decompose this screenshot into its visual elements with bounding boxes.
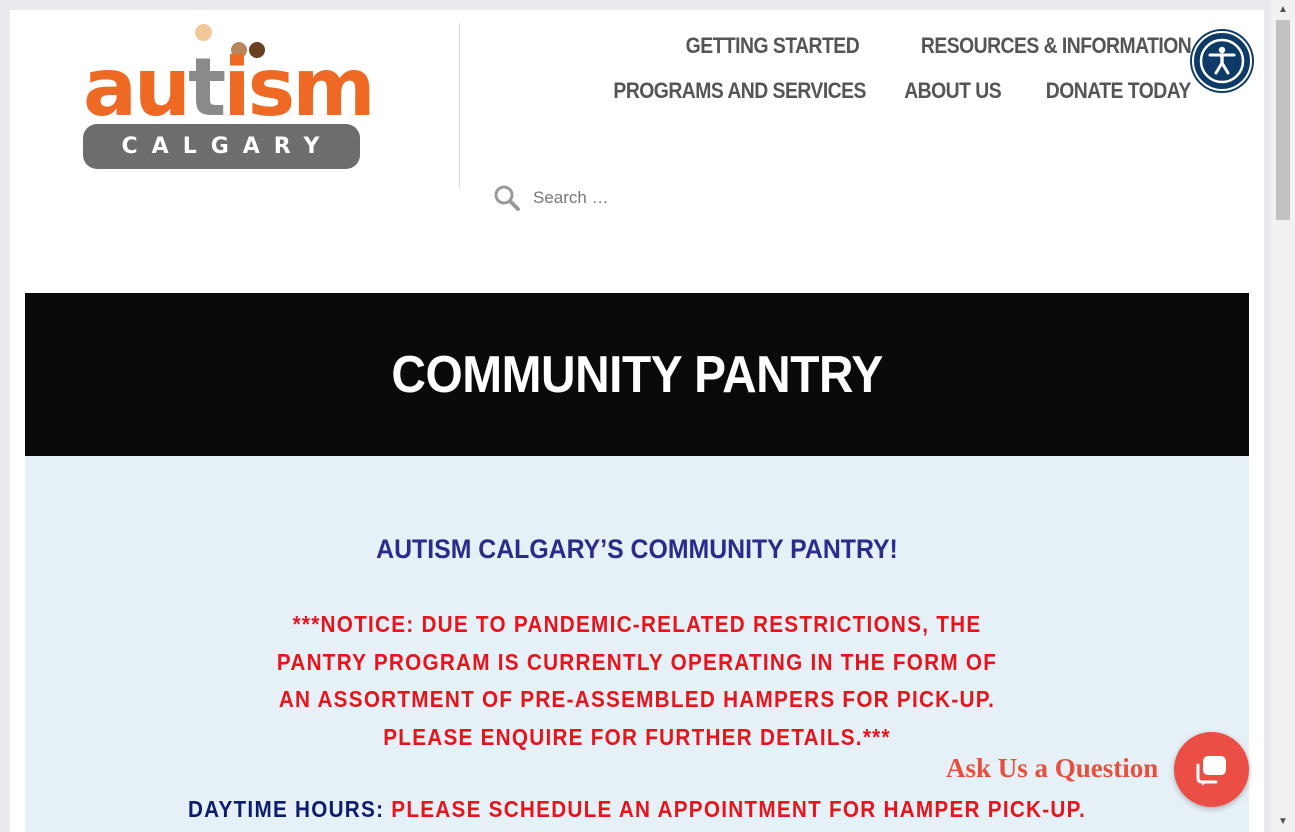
page-hero: COMMUNITY PANTRY xyxy=(25,293,1249,456)
header-divider xyxy=(459,23,460,188)
scrollbar-thumb[interactable] xyxy=(1276,20,1290,220)
chat-button[interactable] xyxy=(1174,732,1249,807)
search-bar xyxy=(493,182,893,214)
chat-bubble-icon xyxy=(1196,755,1226,786)
search-input[interactable] xyxy=(531,187,835,209)
scroll-up-arrow-icon[interactable]: ▲ xyxy=(1271,0,1295,20)
scroll-down-arrow-icon[interactable]: ▼ xyxy=(1271,812,1295,832)
accessibility-icon xyxy=(1199,38,1245,84)
ask-question-label[interactable]: Ask Us a Question xyxy=(946,753,1158,784)
hours-value: PLEASE SCHEDULE AN APPOINTMENT FOR HAMPE… xyxy=(391,796,1087,822)
main-nav: GETTING STARTED RESOURCES & INFORMATION … xyxy=(471,30,1192,106)
logo-word-t: t xyxy=(187,41,226,134)
nav-item-donate-today[interactable]: DONATE TODAY xyxy=(1046,75,1192,106)
nav-item-getting-started[interactable]: GETTING STARTED xyxy=(685,30,859,61)
nav-item-programs-services[interactable]: PROGRAMS AND SERVICES xyxy=(614,75,867,106)
notice-text: ***NOTICE: DUE TO PANDEMIC-RELATED RESTR… xyxy=(276,611,998,750)
hours-label: DAYTIME HOURS: xyxy=(187,796,385,822)
logo-subtitle: CALGARY xyxy=(83,124,360,169)
search-icon[interactable] xyxy=(493,184,521,212)
page: au t ism CALGARY GETTING STARTED RESOURCES… xyxy=(10,10,1264,832)
autism-calgary-logo[interactable]: au t ism CALGARY xyxy=(83,22,376,172)
daytime-hours: DAYTIME HOURS: PLEASE SCHEDULE AN APPOIN… xyxy=(86,796,1188,823)
vertical-scrollbar[interactable]: ▲ ▼ xyxy=(1271,0,1295,832)
logo-word-au: au xyxy=(83,41,191,134)
accessibility-button[interactable] xyxy=(1192,31,1252,91)
page-title: COMMUNITY PANTRY xyxy=(391,345,883,404)
logo-word-ism: ism xyxy=(223,41,375,134)
section-heading: AUTISM CALGARY’S COMMUNITY PANTRY! xyxy=(376,534,898,564)
nav-item-about-us[interactable]: ABOUT US xyxy=(904,75,1001,106)
nav-item-resources-information[interactable]: RESOURCES & INFORMATION xyxy=(921,30,1192,61)
logo-wordmark: au t ism xyxy=(83,41,376,134)
logo-dot xyxy=(195,24,212,41)
